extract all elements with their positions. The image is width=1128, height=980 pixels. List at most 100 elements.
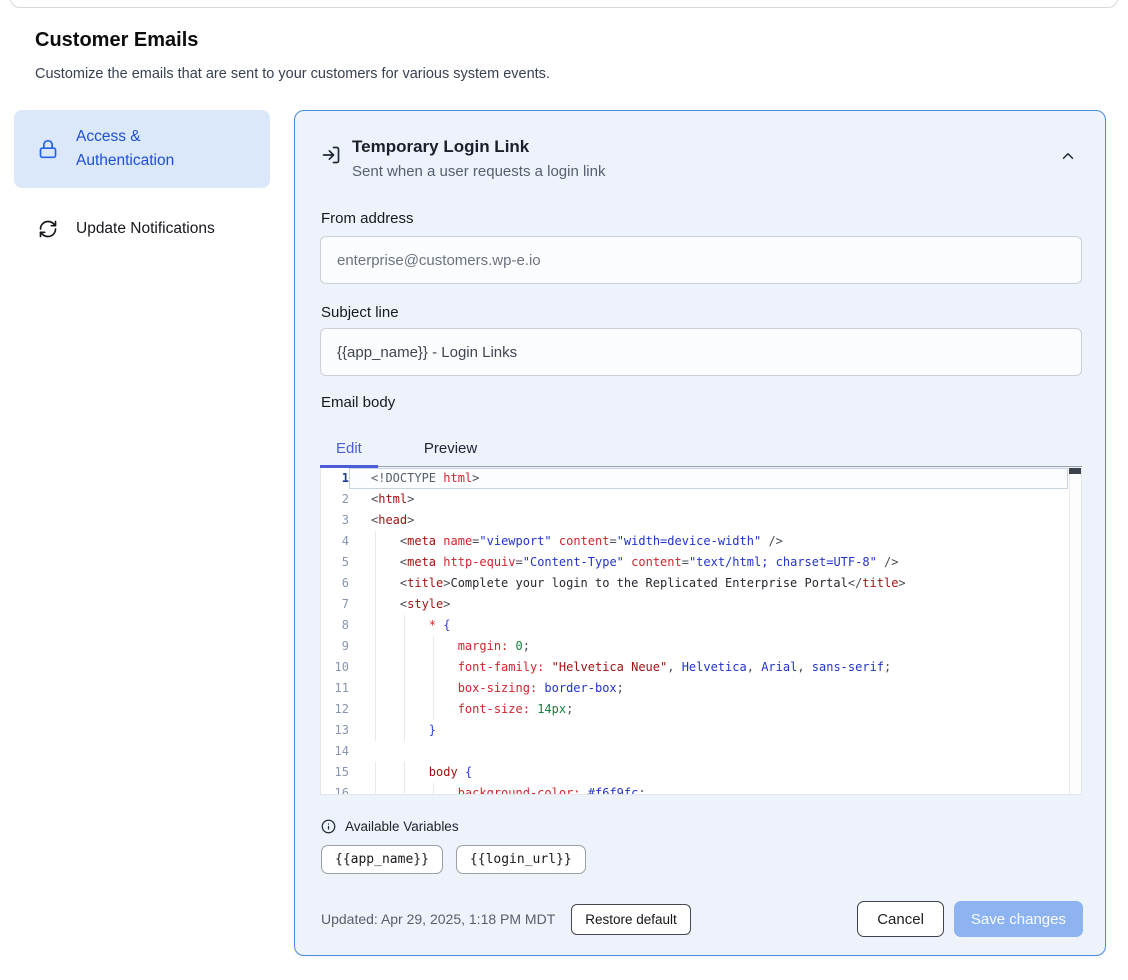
- collapse-section-button[interactable]: [1059, 147, 1077, 165]
- card-title: Temporary Login Link: [352, 137, 529, 157]
- info-icon: [321, 819, 336, 834]
- line-number: 6: [321, 573, 349, 594]
- indent-guide: [375, 615, 376, 636]
- code-line-content: <title>Complete your login to the Replic…: [349, 573, 1081, 594]
- code-line[interactable]: 10 font-family: "Helvetica Neue", Helvet…: [321, 657, 1081, 678]
- code-line-content: * {: [349, 615, 1081, 636]
- line-number: 7: [321, 594, 349, 615]
- indent-guide: [433, 699, 434, 720]
- code-line[interactable]: 4 <meta name="viewport" content="width=d…: [321, 531, 1081, 552]
- email-body-label: Email body: [321, 394, 395, 411]
- code-line[interactable]: 15 body {: [321, 762, 1081, 783]
- lock-icon: [38, 139, 58, 159]
- indent-guide: [375, 636, 376, 657]
- code-line-content: <head>: [349, 510, 1081, 531]
- line-number: 11: [321, 678, 349, 699]
- indent-guide: [404, 636, 405, 657]
- code-line[interactable]: 8 * {: [321, 615, 1081, 636]
- tab-edit[interactable]: Edit: [320, 431, 378, 466]
- code-line-content: font-family: "Helvetica Neue", Helvetica…: [349, 657, 1081, 678]
- editor-scrollbar-thumb[interactable]: [1069, 468, 1081, 474]
- code-line-content: box-sizing: border-box;: [349, 678, 1081, 699]
- indent-guide: [375, 594, 376, 615]
- code-line[interactable]: 7 <style>: [321, 594, 1081, 615]
- code-line-content: background-color: #f6f9fc;: [349, 783, 1081, 795]
- page-subtitle: Customize the emails that are sent to yo…: [35, 66, 550, 82]
- indent-guide: [433, 678, 434, 699]
- indent-guide: [404, 699, 405, 720]
- line-number: 3: [321, 510, 349, 531]
- indent-guide: [404, 657, 405, 678]
- indent-guide: [375, 783, 376, 795]
- editor-scrollbar[interactable]: [1069, 468, 1081, 794]
- indent-guide: [404, 762, 405, 783]
- code-line[interactable]: 5 <meta http-equiv="Content-Type" conten…: [321, 552, 1081, 573]
- available-variables-label: Available Variables: [345, 819, 459, 834]
- subject-line-input[interactable]: [320, 328, 1082, 376]
- card-subtitle: Sent when a user requests a login link: [352, 163, 605, 180]
- code-line-content: <meta name="viewport" content="width=dev…: [349, 531, 1081, 552]
- refresh-icon: [38, 219, 58, 239]
- indent-guide: [375, 552, 376, 573]
- code-line[interactable]: 6 <title>Complete your login to the Repl…: [321, 573, 1081, 594]
- email-body-tabs: Edit Preview: [320, 431, 1082, 467]
- tab-preview[interactable]: Preview: [408, 431, 493, 466]
- previous-panel-edge: [10, 0, 1118, 8]
- indent-guide: [375, 678, 376, 699]
- code-line-content: font-size: 14px;: [349, 699, 1081, 720]
- code-line-content: body {: [349, 762, 1081, 783]
- subject-line-label: Subject line: [321, 304, 399, 321]
- code-line[interactable]: 11 box-sizing: border-box;: [321, 678, 1081, 699]
- line-number: 9: [321, 636, 349, 657]
- available-variables-row: Available Variables: [321, 819, 459, 834]
- line-number: 8: [321, 615, 349, 636]
- variable-chip-app-name[interactable]: {{app_name}}: [321, 845, 443, 874]
- code-line-content: <style>: [349, 594, 1081, 615]
- code-line[interactable]: 12 font-size: 14px;: [321, 699, 1081, 720]
- code-line[interactable]: 2<html>: [321, 489, 1081, 510]
- cancel-button[interactable]: Cancel: [857, 901, 944, 937]
- code-line[interactable]: 9 margin: 0;: [321, 636, 1081, 657]
- sidebar-item-label: Update Notifications: [76, 217, 270, 241]
- temporary-login-link-card: Temporary Login Link Sent when a user re…: [294, 110, 1106, 956]
- indent-guide: [375, 720, 376, 741]
- code-line-content: margin: 0;: [349, 636, 1081, 657]
- line-number: 15: [321, 762, 349, 783]
- code-line-content: [349, 741, 1081, 762]
- line-number: 2: [321, 489, 349, 510]
- code-line-content: <!DOCTYPE html>: [349, 468, 1068, 489]
- code-line[interactable]: 3<head>: [321, 510, 1081, 531]
- indent-guide: [433, 636, 434, 657]
- customer-emails-page: Customer Emails Customize the emails tha…: [0, 0, 1128, 980]
- indent-guide: [433, 657, 434, 678]
- line-number: 4: [321, 531, 349, 552]
- sidebar-item-label: Access & Authentication: [76, 125, 236, 173]
- code-line[interactable]: 13 }: [321, 720, 1081, 741]
- indent-guide: [375, 531, 376, 552]
- line-number: 1: [321, 468, 349, 489]
- code-line[interactable]: 16 background-color: #f6f9fc;: [321, 783, 1081, 795]
- code-editor[interactable]: 1<!DOCTYPE html>2<html>3<head>4 <meta na…: [320, 468, 1082, 795]
- code-line[interactable]: 14: [321, 741, 1081, 762]
- code-line[interactable]: 1<!DOCTYPE html>: [321, 468, 1081, 489]
- log-in-icon: [321, 145, 341, 165]
- save-changes-button[interactable]: Save changes: [954, 901, 1083, 937]
- indent-guide: [375, 762, 376, 783]
- chevron-up-icon: [1059, 147, 1077, 165]
- page-title: Customer Emails: [35, 29, 198, 52]
- variable-chips: {{app_name}} {{login_url}}: [321, 845, 586, 874]
- restore-default-button[interactable]: Restore default: [571, 904, 691, 935]
- line-number: 12: [321, 699, 349, 720]
- line-number: 14: [321, 741, 349, 762]
- indent-guide: [375, 699, 376, 720]
- sidebar-item-update-notifications[interactable]: Update Notifications: [14, 205, 270, 253]
- updated-timestamp: Updated: Apr 29, 2025, 1:18 PM MDT: [321, 911, 555, 927]
- card-footer: Updated: Apr 29, 2025, 1:18 PM MDT Resto…: [321, 901, 1083, 937]
- indent-guide: [375, 573, 376, 594]
- code-line-content: <meta http-equiv="Content-Type" content=…: [349, 552, 1081, 573]
- variable-chip-login-url[interactable]: {{login_url}}: [456, 845, 586, 874]
- sidebar-item-access-authentication[interactable]: Access & Authentication: [14, 110, 270, 188]
- line-number: 10: [321, 657, 349, 678]
- from-address-input[interactable]: [320, 236, 1082, 284]
- indent-guide: [433, 783, 434, 795]
